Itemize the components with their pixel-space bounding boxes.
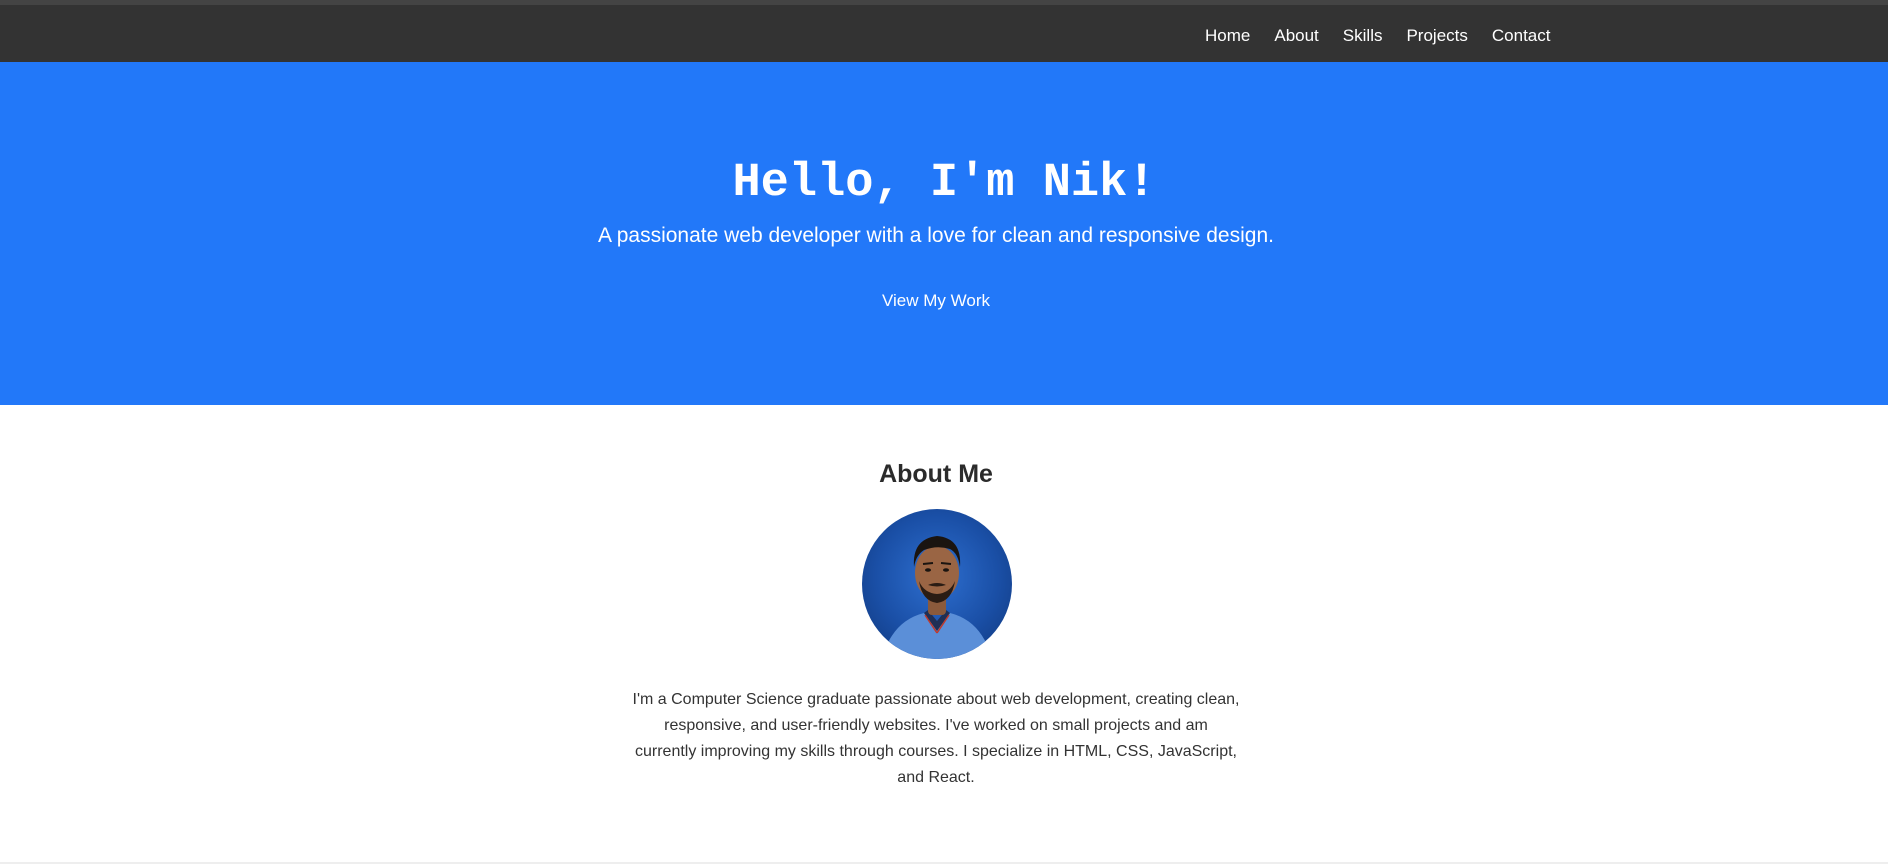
about-title: About Me xyxy=(879,460,993,488)
about-section: About Me I'm a Computer Science graduate… xyxy=(0,405,1888,864)
hero-section: Hello, I'm Nik! A passionate web develop… xyxy=(0,62,1888,405)
nav-link-about[interactable]: About xyxy=(1274,25,1318,47)
avatar xyxy=(862,509,1012,659)
nav-link-contact[interactable]: Contact xyxy=(1492,25,1551,47)
hero-subtitle: A passionate web developer with a love f… xyxy=(598,224,1274,247)
profile-photo-icon xyxy=(882,536,992,659)
nav-menu: Home About Skills Projects Contact xyxy=(1205,25,1550,47)
nav-link-home[interactable]: Home xyxy=(1205,25,1250,47)
nav-link-projects[interactable]: Projects xyxy=(1406,25,1467,47)
about-description: I'm a Computer Science graduate passiona… xyxy=(632,691,1240,786)
navbar: Home About Skills Projects Contact xyxy=(0,0,1888,62)
hero-title: Hello, I'm Nik! xyxy=(732,157,1156,210)
view-my-work-button[interactable]: View My Work xyxy=(870,288,1002,314)
nav-link-skills[interactable]: Skills xyxy=(1343,25,1383,47)
